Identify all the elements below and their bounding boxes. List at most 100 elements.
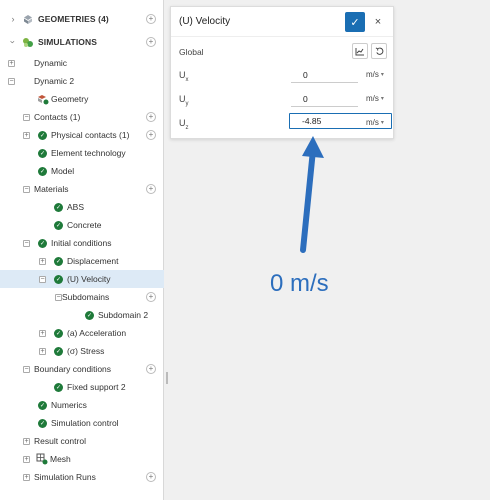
close-button[interactable]: × [369,12,387,32]
reset-button[interactable] [371,43,387,59]
tree-label: Initial conditions [51,238,112,248]
add-material-button[interactable]: + [146,184,156,194]
chevron-down-icon[interactable]: › [8,38,18,46]
collapse-icon[interactable]: − [23,113,30,121]
collapse-icon[interactable]: − [8,77,15,85]
tree-label: (U) Velocity [67,274,111,284]
expand-icon[interactable]: + [39,257,46,265]
ux-input[interactable]: 0 [291,67,358,83]
chevron-right-icon[interactable]: › [9,14,17,24]
expand-icon[interactable]: + [23,455,30,463]
tree-item-element-technology[interactable]: ✓ Element technology [0,144,164,162]
collapse-icon[interactable]: − [23,239,30,247]
add-contact-button[interactable]: + [146,112,156,122]
tree-item-dynamic[interactable]: + Dynamic [0,54,164,72]
chevron-down-icon: ▾ [380,120,384,126]
add-simulation-button[interactable]: + [146,37,156,47]
check-icon: ✓ [38,148,47,158]
ux-unit-select[interactable]: m/s ▾ [366,70,384,79]
tree-item-mesh[interactable]: + Mesh [0,450,164,468]
confirm-button[interactable]: ✓ [345,12,365,32]
collapse-icon[interactable]: − [23,365,30,373]
tree-label: Subdomains [62,292,110,302]
uy-input[interactable]: 0 [291,91,358,107]
tree-item-abs[interactable]: ✓ ABS [0,198,164,216]
collapse-icon[interactable]: − [23,185,30,193]
undo-icon [375,47,383,55]
tree-label: Mesh [50,454,71,464]
checkmark-icon: ✓ [350,16,360,29]
add-physical-contact-button[interactable]: + [146,130,156,140]
tree-label: Dynamic [34,58,68,68]
check-icon: ✓ [54,274,63,284]
check-icon: ✓ [38,166,47,176]
panel-title: (U) Velocity [179,16,231,27]
tree-label: Contacts (1) [34,112,81,122]
tree-label: Boundary conditions [34,364,112,374]
chevron-down-icon: ▾ [380,72,384,78]
check-icon: ✓ [54,202,63,212]
tree-item-fixed-support-2[interactable]: ✓ Fixed support 2 [0,378,164,396]
tree-label: GEOMETRIES (4) [38,14,109,24]
add-run-button[interactable]: + [146,472,156,482]
tree-label: Model [51,166,75,176]
tree-item-simulation-control[interactable]: ✓ Simulation control [0,414,164,432]
tree-item-concrete[interactable]: ✓ Concrete [0,216,164,234]
check-icon: ✓ [54,256,63,266]
chart-button[interactable] [352,43,368,59]
tree-item-materials[interactable]: − Materials + [0,180,164,198]
tree-label: Numerics [51,400,87,410]
tree-label: Materials [34,184,69,194]
uy-unit-select[interactable]: m/s ▾ [366,94,384,103]
collapse-icon[interactable]: − [55,293,62,301]
global-label: Global [179,47,204,57]
geometries-icon [22,14,34,25]
check-icon: ✓ [38,130,47,140]
tree-item-contacts[interactable]: − Contacts (1) + [0,108,164,126]
check-icon: ✓ [54,346,63,356]
uz-unit-select[interactable]: m/s ▾ [366,118,384,127]
tree-item-subdomains[interactable]: − Subdomains + [0,288,164,306]
uy-label: Uy [179,94,189,107]
expand-icon[interactable]: + [23,131,30,139]
check-icon: ✓ [85,310,94,320]
close-icon: × [374,16,382,28]
tree-section-simulations[interactable]: › SIMULATIONS + [0,31,164,53]
check-icon: ✓ [54,382,63,392]
tree-item-numerics[interactable]: ✓ Numerics [0,396,164,414]
geometry-icon [37,94,49,105]
expand-icon[interactable]: + [39,329,46,337]
tree-item-acceleration[interactable]: + ✓ (a) Acceleration [0,324,164,342]
simulations-icon [22,37,34,48]
expand-icon[interactable]: + [39,347,46,355]
mesh-icon [36,453,48,465]
expand-icon[interactable]: + [8,59,15,67]
expand-icon[interactable]: + [23,473,30,481]
tree-item-model[interactable]: ✓ Model [0,162,164,180]
tree-label: Element technology [51,148,126,158]
tree-item-geometry[interactable]: Geometry [0,90,164,108]
tree-item-dynamic-2[interactable]: − Dynamic 2 [0,72,164,90]
tree-label: (a) Acceleration [67,328,127,338]
check-icon: ✓ [38,400,47,410]
tree-label: Physical contacts (1) [51,130,130,140]
add-boundary-condition-button[interactable]: + [146,364,156,374]
add-subdomain-button[interactable]: + [146,292,156,302]
expand-icon[interactable]: + [23,437,30,445]
tree-item-simulation-runs[interactable]: + Simulation Runs + [0,468,164,486]
tree-item-stress[interactable]: + ✓ (σ) Stress [0,342,164,360]
tree-item-physical-contacts[interactable]: + ✓ Physical contacts (1) + [0,126,164,144]
tree-item-velocity[interactable]: − ✓ (U) Velocity [0,270,164,288]
collapse-icon[interactable]: − [39,275,46,283]
add-geometry-button[interactable]: + [146,14,156,24]
tree-item-displacement[interactable]: + ✓ Displacement [0,252,164,270]
tree-section-geometries[interactable]: › GEOMETRIES (4) + [0,8,164,30]
tree-label: Subdomain 2 [98,310,149,320]
tree-label: (σ) Stress [67,346,105,356]
tree-item-initial-conditions[interactable]: − ✓ Initial conditions [0,234,164,252]
tree-item-boundary-conditions[interactable]: − Boundary conditions + [0,360,164,378]
tree-item-subdomain-2[interactable]: ✓ Subdomain 2 [0,306,164,324]
panel-resize-handle[interactable] [166,372,168,384]
tree-item-result-control[interactable]: + Result control [0,432,164,450]
chevron-down-icon: ▾ [380,96,384,102]
